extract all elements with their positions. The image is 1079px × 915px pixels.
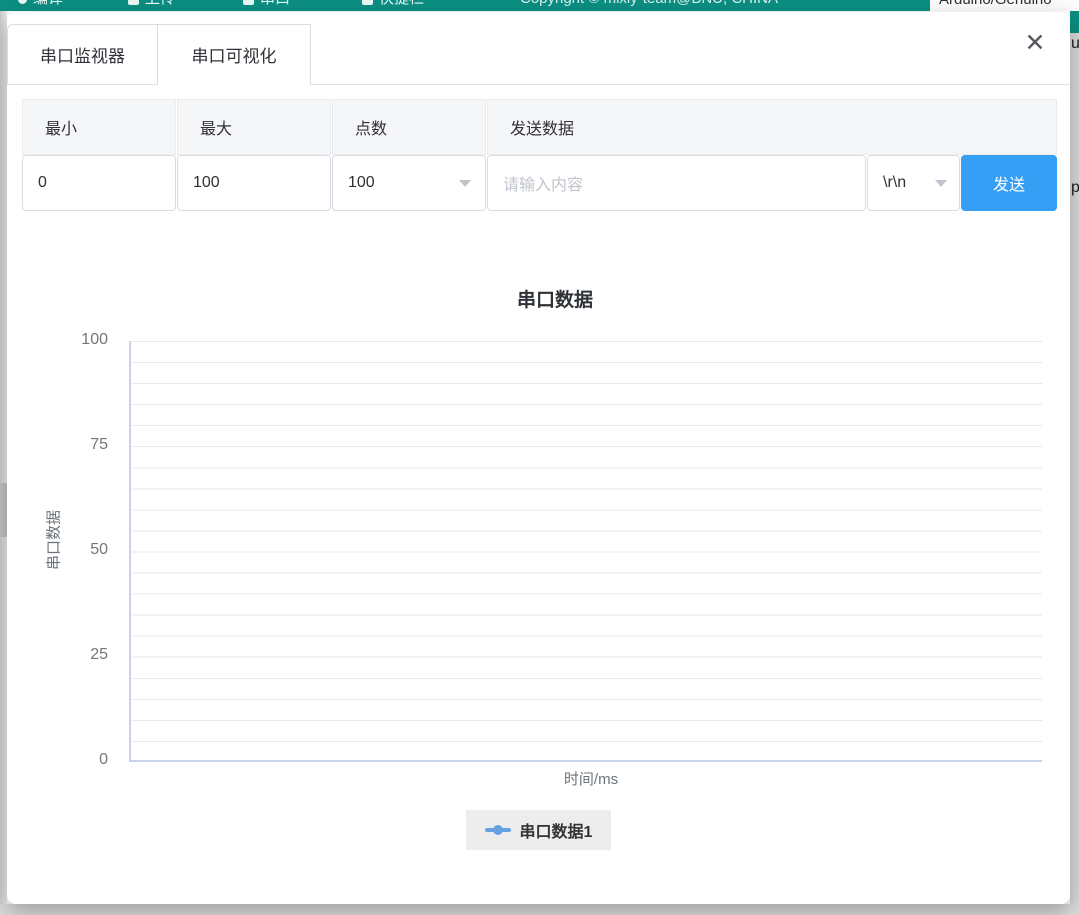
toolbar-item-label: 快捷栏 — [379, 0, 424, 8]
toolbar-item-compile[interactable]: 编译 — [18, 0, 63, 8]
dialog-tabs: 串口监视器 串口可视化 ✕ — [7, 12, 1070, 85]
board-select-dropdown[interactable]: Arduino/Genuino — [930, 0, 1079, 11]
form-input-row: 0 100 100 请输入内容 \r\n 发送 — [22, 155, 1057, 211]
form-header-row: 最小 最大 点数 发送数据 — [22, 99, 1057, 155]
send-data-placeholder: 请输入内容 — [503, 171, 583, 195]
y-tick-25: 25 — [62, 646, 108, 666]
legend-label: 串口数据1 — [520, 818, 593, 842]
background-right-strip: u p — [1070, 11, 1079, 915]
tab-serial-visualization[interactable]: 串口可视化 — [158, 24, 311, 85]
y-tick-100: 100 — [62, 331, 108, 351]
toolbar-item-label: 编译 — [33, 0, 63, 8]
clipped-letter-p: p — [1071, 179, 1079, 197]
toolbar-item-panel[interactable]: 快捷栏 — [362, 0, 424, 8]
background-left-strip — [0, 11, 7, 904]
chart-title: 串口数据 — [455, 285, 655, 312]
chart-plot-area — [129, 341, 1042, 762]
line-ending-value: \r\n — [883, 174, 906, 192]
panel-icon — [362, 0, 373, 5]
clipped-letter-u: u — [1071, 35, 1079, 53]
chevron-down-icon — [459, 180, 471, 187]
x-axis-name: 时间/ms — [491, 768, 691, 789]
serial-settings-form: 最小 最大 点数 发送数据 0 100 100 请输入内容 \r\n — [22, 99, 1057, 211]
min-header: 最小 — [22, 99, 176, 155]
y-tick-50: 50 — [62, 541, 108, 561]
send-data-input[interactable]: 请输入内容 — [487, 155, 866, 211]
max-header: 最大 — [177, 99, 331, 155]
toolbar-item-serial[interactable]: 串口 — [243, 0, 290, 8]
copyright-text: Copyright © mixly-team@BNU, CHINA — [520, 0, 778, 8]
tab-label: 串口监视器 — [40, 42, 125, 67]
serial-icon — [243, 0, 254, 5]
app-toolbar: 编译 上传 串口 快捷栏 Copyright © mixly-team@BNU,… — [0, 0, 1079, 11]
toolbar-item-label: 上传 — [145, 0, 175, 8]
tab-label: 串口可视化 — [192, 42, 277, 67]
upload-icon — [128, 0, 139, 5]
points-select[interactable]: 100 — [332, 155, 486, 211]
compile-icon — [18, 0, 27, 4]
max-input[interactable]: 100 — [177, 155, 331, 211]
background-divider — [0, 483, 7, 537]
min-input[interactable]: 0 — [22, 155, 176, 211]
line-series-icon — [485, 825, 511, 835]
screen: 编译 上传 串口 快捷栏 Copyright © mixly-team@BNU,… — [0, 0, 1079, 915]
y-axis-name: 串口数据 — [43, 510, 64, 570]
close-icon[interactable]: ✕ — [1021, 29, 1049, 57]
line-ending-select[interactable]: \r\n — [867, 155, 960, 211]
send-button[interactable]: 发送 — [961, 155, 1057, 211]
toolbar-edge — [1070, 11, 1079, 33]
serial-dialog: 串口监视器 串口可视化 ✕ 最小 最大 点数 发送数据 0 100 100 — [7, 12, 1070, 904]
y-tick-75: 75 — [62, 436, 108, 456]
toolbar-item-upload[interactable]: 上传 — [128, 0, 175, 8]
send-data-header: 发送数据 — [487, 99, 1057, 155]
y-tick-0: 0 — [62, 751, 108, 771]
points-select-value: 100 — [348, 174, 375, 192]
tab-serial-monitor[interactable]: 串口监视器 — [7, 24, 158, 85]
background-bottom-strip — [0, 904, 1079, 915]
legend-item-serial-data-1[interactable]: 串口数据1 — [466, 810, 611, 850]
chevron-down-icon — [935, 180, 947, 187]
points-header: 点数 — [332, 99, 486, 155]
send-data-group: 请输入内容 \r\n 发送 — [487, 155, 1057, 211]
toolbar-item-label: 串口 — [260, 0, 290, 8]
